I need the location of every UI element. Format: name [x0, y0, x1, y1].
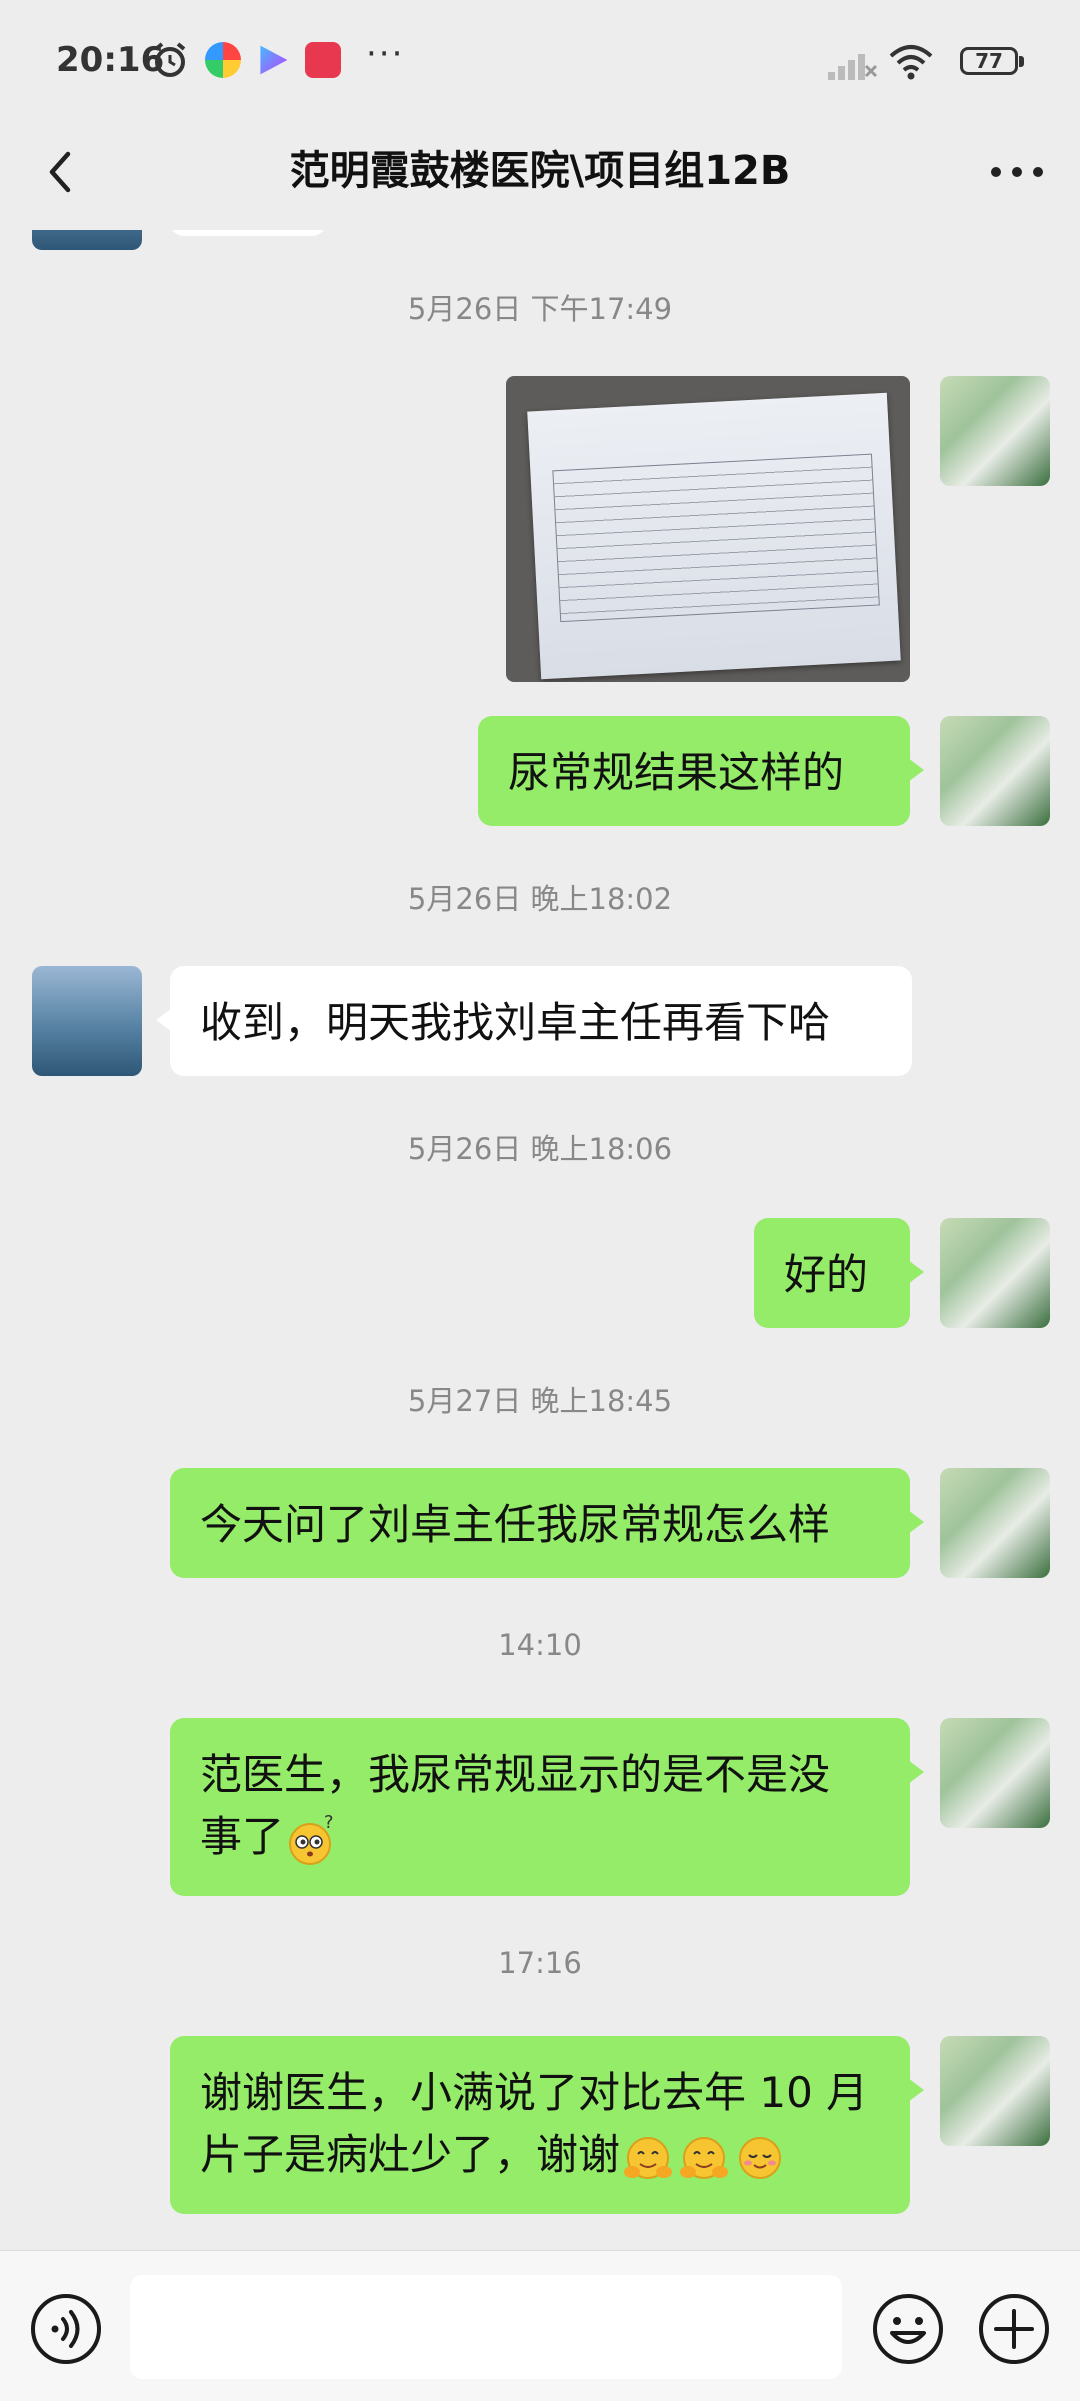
my-avatar[interactable] [940, 1218, 1050, 1328]
emoji-icon[interactable] [870, 2291, 946, 2367]
signal-icon [828, 54, 878, 80]
lab-report-photo[interactable] [506, 376, 910, 682]
message-list[interactable]: 5月26日 下午17:49 尿常规结果这样的 5月26日 晚上18:02 收到，… [0, 230, 1080, 2250]
contact-avatar[interactable] [32, 230, 142, 250]
status-more-dots: ··· [366, 34, 405, 74]
message-text-line: 片子是病灶少了，谢谢 [200, 2124, 880, 2186]
message-timestamp: 5月26日 下午17:49 [407, 292, 673, 326]
my-avatar[interactable] [940, 376, 1050, 486]
battery-indicator: 77 [960, 47, 1024, 75]
taobao-special-icon [305, 42, 341, 78]
lab-report-paper-image [527, 392, 901, 680]
wifi-icon [889, 45, 933, 80]
message-bubble-sent[interactable]: 尿常规结果这样的 [478, 716, 924, 826]
status-bar: 20:16 ··· 77 [0, 0, 1080, 120]
message-text-line: 事了 ? [200, 1806, 880, 1868]
smiling-face-emoji-icon [739, 2136, 782, 2179]
message-bubble-sent[interactable]: 好的 [754, 1218, 924, 1328]
alarm-icon [154, 42, 186, 77]
my-avatar[interactable] [940, 1468, 1050, 1578]
chat-header: 范明霞鼓楼医院\项目组12B [0, 120, 1080, 230]
chat-title: 范明霞鼓楼医院\项目组12B [289, 148, 791, 194]
message-text-line: 谢谢医生，小满说了对比去年 10 月 [200, 2068, 869, 2117]
status-time: 20:16 [56, 40, 165, 80]
message-bubble-sent[interactable]: 范医生，我尿常规显示的是不是没 事了 ? [170, 1718, 924, 1896]
message-text: 收到，明天我找刘卓主任再看下哈 [200, 998, 831, 1047]
message-bubble-partial[interactable] [170, 230, 326, 236]
message-timestamp: 5月26日 晚上18:06 [407, 1132, 673, 1166]
message-bubble-sent[interactable]: 今天问了刘卓主任我尿常规怎么样 [170, 1468, 924, 1578]
message-text: 好的 [784, 1250, 869, 1299]
message-bubble-received[interactable]: 收到，明天我找刘卓主任再看下哈 [156, 966, 912, 1076]
contact-avatar[interactable] [32, 966, 142, 1076]
my-avatar[interactable] [940, 716, 1050, 826]
play-store-icon [260, 45, 288, 75]
app-notification-icon [205, 42, 241, 78]
svg-text:?: ? [324, 1812, 334, 1833]
message-timestamp: 5月26日 晚上18:02 [407, 882, 673, 916]
message-text-input[interactable] [130, 2275, 842, 2379]
message-text-line: 范医生，我尿常规显示的是不是没 [200, 1750, 831, 1799]
back-arrow-icon[interactable] [34, 142, 94, 202]
message-input-bar [0, 2250, 1080, 2401]
message-timestamp: 14:10 [498, 1628, 582, 1662]
message-text: 今天问了刘卓主任我尿常规怎么样 [200, 1500, 831, 1549]
hugging-face-emoji-icon [624, 2136, 673, 2179]
message-timestamp: 17:16 [498, 1946, 582, 1980]
plus-icon[interactable] [976, 2291, 1052, 2367]
my-avatar[interactable] [940, 1718, 1050, 1828]
message-text: 尿常规结果这样的 [508, 748, 845, 797]
my-avatar[interactable] [940, 2036, 1050, 2146]
message-bubble-sent[interactable]: 谢谢医生，小满说了对比去年 10 月 片子是病灶少了，谢谢 [170, 2036, 924, 2214]
hugging-face-emoji-icon [680, 2136, 729, 2179]
confused-face-emoji-icon: ? [289, 1812, 334, 1865]
voice-icon[interactable] [28, 2291, 104, 2367]
more-dots-icon[interactable] [982, 142, 1052, 202]
message-timestamp: 5月27日 晚上18:45 [407, 1384, 673, 1418]
